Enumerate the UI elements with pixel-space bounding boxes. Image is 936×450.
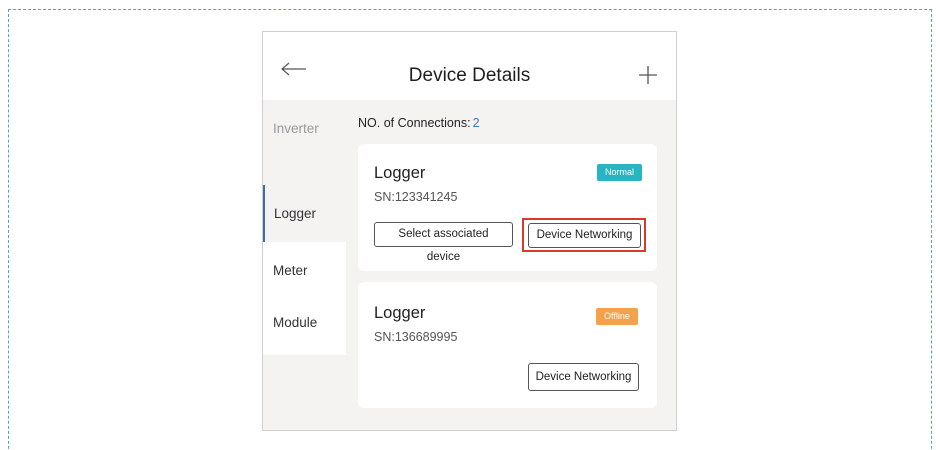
plus-icon[interactable] <box>639 66 657 84</box>
device-name: Logger <box>374 304 426 322</box>
header: Device Details <box>263 32 676 100</box>
select-associated-device-button[interactable]: Select associated device <box>374 222 513 263</box>
device-name: Logger <box>374 164 426 182</box>
device-sn: SN:123341245 <box>374 190 458 204</box>
sidebar-item-label: Module <box>273 315 318 330</box>
status-badge: Normal <box>597 164 643 181</box>
sidebar-item-label: Logger <box>274 206 317 221</box>
sidebar-item-inverter[interactable]: Inverter <box>263 100 346 157</box>
device-card: Logger SN:123341245 Normal Select associ… <box>358 144 657 271</box>
page-title: Device Details <box>408 65 531 86</box>
connections-count-row: NO. of Connections: 2 <box>358 116 480 130</box>
sidebar-item-label: Inverter <box>273 121 319 136</box>
connections-count: 2 <box>472 116 480 130</box>
sidebar-item-meter[interactable]: Meter <box>263 242 346 299</box>
device-card: Logger SN:136689995 Offline Device Netwo… <box>358 282 657 408</box>
device-type-sidebar: Inverter Logger Meter Module <box>263 100 346 430</box>
status-badge: Offline <box>596 308 638 325</box>
sidebar-item-logger[interactable]: Logger <box>263 185 346 242</box>
device-networking-button[interactable]: Device Networking <box>528 363 639 391</box>
device-sn: SN:136689995 <box>374 330 458 344</box>
device-list: NO. of Connections: 2 Logger SN:123341245… <box>346 100 676 430</box>
device-details-screen: Device Details Inverter Logger Meter Mod… <box>262 31 677 431</box>
sidebar-item-module[interactable]: Module <box>263 299 346 355</box>
highlight-box <box>522 218 646 252</box>
sidebar-item-label: Meter <box>273 263 308 278</box>
connections-label: NO. of Connections: <box>358 116 471 130</box>
